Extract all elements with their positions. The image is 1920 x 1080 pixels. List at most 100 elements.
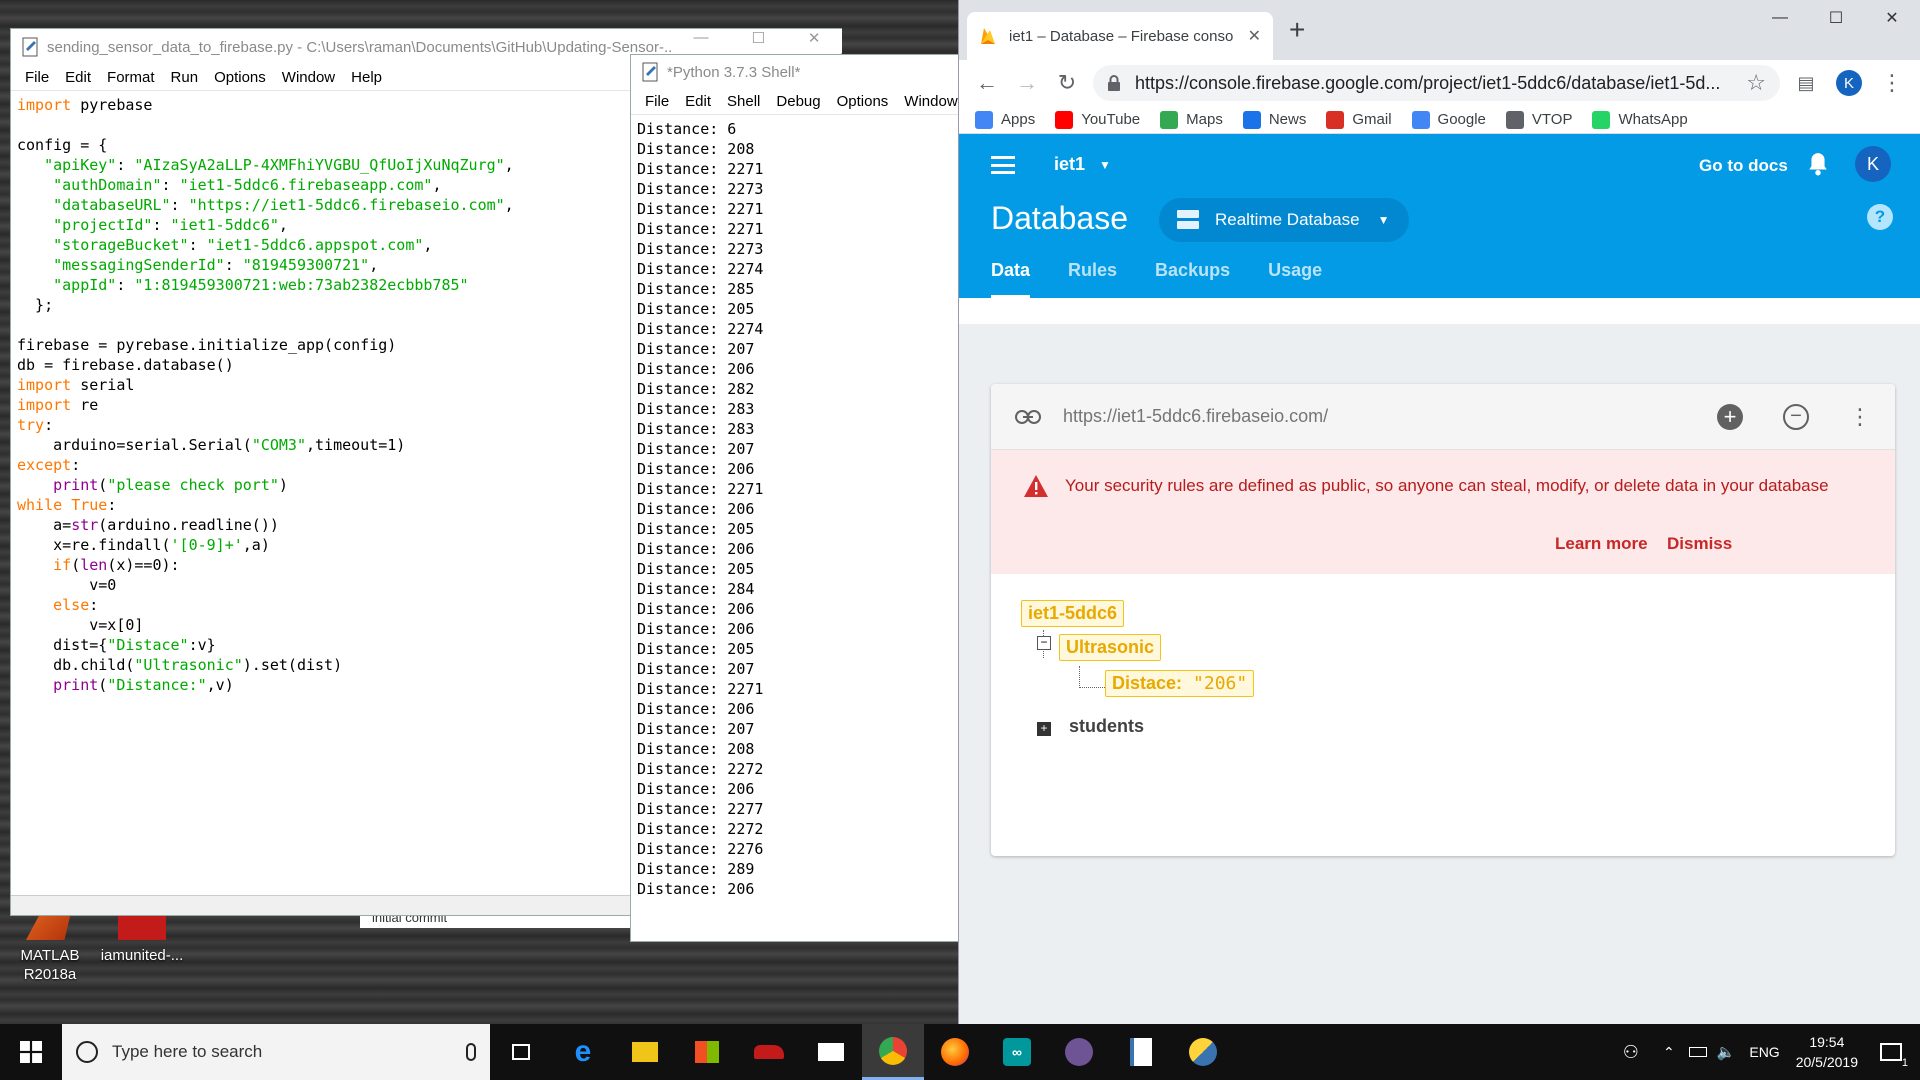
editor-menu-format[interactable]: Format: [99, 69, 163, 86]
mail-icon[interactable]: [800, 1024, 862, 1080]
help-icon[interactable]: ?: [1867, 204, 1893, 230]
collapse-icon[interactable]: −: [1783, 403, 1809, 430]
code-line: firebase = pyrebase.initialize_app(confi…: [17, 336, 397, 354]
bookmark-youtube[interactable]: YouTube: [1055, 110, 1140, 129]
tab-usage[interactable]: Usage: [1268, 260, 1322, 298]
database-type-selector[interactable]: Realtime Database ▼: [1159, 198, 1410, 242]
code-line: };: [17, 296, 54, 314]
bookmark-news[interactable]: News: [1242, 110, 1306, 129]
notifications-bell-icon[interactable]: [1807, 152, 1829, 176]
tab-data[interactable]: Data: [991, 260, 1031, 298]
firebase-content: https://iet1-5ddc6.firebaseio.com/ + − ⋮…: [959, 324, 1920, 1024]
minimize-icon[interactable]: —: [693, 29, 708, 53]
warning-message: Your security rules are defined as publi…: [1065, 476, 1829, 495]
task-view-icon[interactable]: [490, 1024, 552, 1080]
editor-menu-edit[interactable]: Edit: [57, 69, 99, 86]
bookmark-star-icon[interactable]: ☆: [1746, 70, 1766, 96]
tab-backups[interactable]: Backups: [1155, 260, 1230, 298]
tab-close-icon[interactable]: ✕: [1248, 26, 1261, 46]
forward-button[interactable]: →: [1007, 63, 1047, 103]
shell-menu-file[interactable]: File: [637, 93, 677, 110]
file-explorer-icon[interactable]: [614, 1024, 676, 1080]
shell-menu-debug[interactable]: Debug: [768, 93, 828, 110]
bookmark-vtop[interactable]: VTOP: [1505, 110, 1573, 129]
tree-root-node[interactable]: iet1-5ddc6: [1021, 600, 1125, 627]
close-icon[interactable]: ✕: [808, 29, 821, 53]
add-child-icon[interactable]: +: [1717, 403, 1743, 430]
shell-menu-options[interactable]: Options: [829, 93, 897, 110]
extension-icon[interactable]: ▤: [1786, 63, 1826, 103]
bookmark-apps[interactable]: Apps: [975, 110, 1035, 129]
profile-avatar[interactable]: K: [1836, 70, 1862, 96]
editor-menu-window[interactable]: Window: [274, 69, 343, 86]
chrome-menu-icon[interactable]: ⋮: [1872, 63, 1912, 103]
bookmark-gmail[interactable]: Gmail: [1326, 110, 1392, 129]
python-editor-icon[interactable]: [1110, 1024, 1172, 1080]
firefox-icon[interactable]: [924, 1024, 986, 1080]
shell-menu-shell[interactable]: Shell: [719, 93, 768, 110]
shell-output-line: Distance: 205: [637, 300, 755, 318]
shell-output-line: Distance: 206: [637, 600, 755, 618]
bookmark-whatsapp[interactable]: WhatsApp: [1592, 110, 1688, 129]
show-hidden-icons[interactable]: ⌃: [1663, 1044, 1675, 1061]
address-bar[interactable]: https://console.firebase.google.com/proj…: [1093, 65, 1780, 101]
arduino-icon[interactable]: ∞: [986, 1024, 1048, 1080]
shell-output-line: Distance: 206: [637, 700, 755, 718]
learn-more-button[interactable]: Learn more: [1555, 534, 1648, 554]
taskbar-search[interactable]: Type here to search: [62, 1024, 490, 1080]
back-button[interactable]: ←: [967, 63, 1007, 103]
collapse-node-icon[interactable]: −: [1037, 636, 1051, 650]
volume-icon[interactable]: 🔈: [1717, 1043, 1736, 1061]
editor-menu-file[interactable]: File: [17, 69, 57, 86]
hamburger-menu-icon[interactable]: [991, 156, 1015, 174]
more-options-icon[interactable]: ⋮: [1849, 404, 1871, 430]
new-tab-button[interactable]: +: [1289, 14, 1305, 46]
github-desktop-icon[interactable]: [1048, 1024, 1110, 1080]
code-line: "databaseURL": "https://iet1-5ddc6.fireb…: [53, 196, 514, 214]
whatsapp-icon: [1592, 110, 1611, 129]
project-selector[interactable]: iet1 ▼: [1054, 154, 1111, 175]
editor-menu-help[interactable]: Help: [343, 69, 390, 86]
shell-menu-window[interactable]: Window: [896, 93, 959, 110]
idle-icon[interactable]: [1172, 1024, 1234, 1080]
data-tree: iet1-5ddc6 − Ultrasonic Distace: "206" +…: [991, 574, 1895, 854]
tree-node-ultrasonic[interactable]: Ultrasonic: [1059, 634, 1162, 661]
bookmark-maps[interactable]: Maps: [1160, 110, 1223, 129]
people-icon[interactable]: ⚇: [1623, 1042, 1639, 1063]
editor-menu-options[interactable]: Options: [206, 69, 274, 86]
shell-menu-edit[interactable]: Edit: [677, 93, 719, 110]
shell-output[interactable]: Distance: 6 Distance: 208 Distance: 2271…: [631, 115, 959, 903]
car-app-icon[interactable]: [738, 1024, 800, 1080]
start-button[interactable]: [0, 1024, 62, 1080]
bookmark-google[interactable]: Google: [1411, 110, 1486, 129]
chrome-maximize-icon[interactable]: ☐: [1808, 0, 1864, 36]
user-avatar[interactable]: K: [1855, 146, 1891, 182]
browser-tab[interactable]: iet1 – Database – Firebase conso ✕: [967, 12, 1273, 60]
python-shell-window[interactable]: *Python 3.7.3 Shell* File Edit Shell Debug O…: [630, 54, 960, 942]
chrome-minimize-icon[interactable]: —: [1752, 0, 1808, 36]
reload-button[interactable]: ↻: [1047, 63, 1087, 103]
action-center-icon[interactable]: 1: [1880, 1043, 1908, 1069]
store-icon[interactable]: [676, 1024, 738, 1080]
chrome-close-icon[interactable]: ✕: [1864, 0, 1920, 36]
tree-leaf-distace[interactable]: Distace: "206": [1105, 670, 1255, 697]
code-line: "apiKey": "AIzaSyA2aLLP-4XMFhiYVGBU_QfUo…: [44, 156, 514, 174]
security-warning-banner: Your security rules are defined as publi…: [991, 450, 1895, 574]
maximize-icon[interactable]: ☐: [751, 29, 764, 53]
go-to-docs-link[interactable]: Go to docs: [1699, 156, 1788, 176]
microphone-icon[interactable]: [466, 1043, 476, 1061]
bookmark-label: VTOP: [1531, 111, 1573, 128]
tree-node-students[interactable]: students: [1069, 716, 1144, 737]
database-url-bar: https://iet1-5ddc6.firebaseio.com/ + − ⋮: [991, 384, 1895, 450]
clock[interactable]: 19:54 20/5/2019: [1796, 1032, 1858, 1072]
shell-titlebar[interactable]: *Python 3.7.3 Shell*: [631, 55, 959, 89]
battery-icon[interactable]: [1688, 1047, 1707, 1057]
chrome-taskbar-icon[interactable]: [862, 1024, 924, 1080]
dismiss-button[interactable]: Dismiss: [1667, 534, 1732, 554]
editor-menu-run[interactable]: Run: [163, 69, 207, 86]
language-indicator[interactable]: ENG: [1749, 1044, 1779, 1060]
edge-icon[interactable]: e: [552, 1024, 614, 1080]
chrome-window[interactable]: iet1 – Database – Firebase conso ✕ + — ☐…: [958, 0, 1920, 1024]
tab-rules[interactable]: Rules: [1068, 260, 1117, 298]
expand-node-icon[interactable]: +: [1037, 722, 1051, 736]
